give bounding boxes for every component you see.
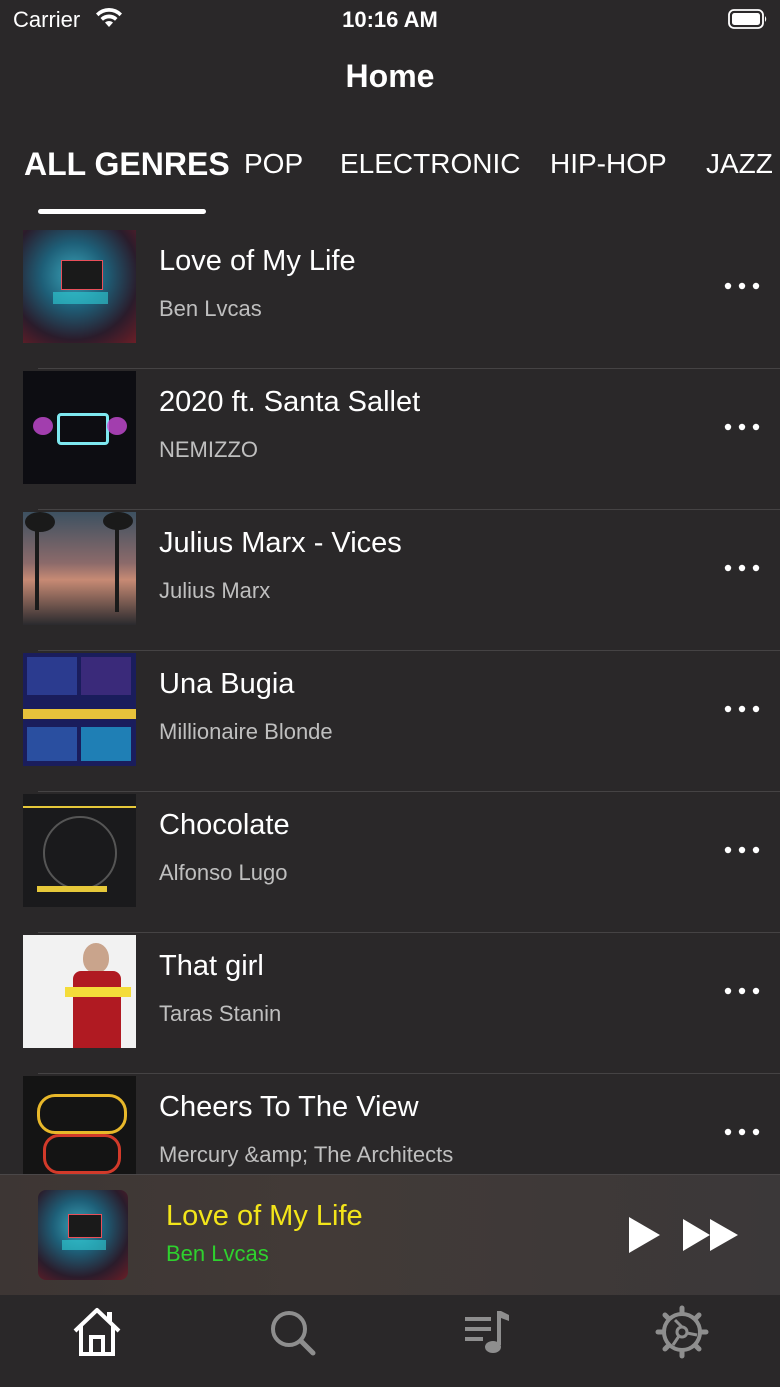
track-artist: Alfonso Lugo (159, 860, 288, 885)
track-list: Love of My Life Ben Lvcas 2020 ft. Santa… (0, 228, 780, 1174)
track-title: 2020 ft. Santa Sallet (159, 386, 421, 418)
more-options-icon[interactable] (722, 1122, 762, 1142)
track-row[interactable]: Cheers To The View Mercury &amp; The Arc… (0, 1074, 780, 1174)
album-art (23, 371, 136, 484)
home-icon[interactable] (70, 1305, 124, 1359)
now-playing-artist: Ben Lvcas (166, 1241, 269, 1266)
more-options-icon[interactable] (722, 276, 762, 296)
track-artist: NEMIZZO (159, 437, 258, 462)
tab-pop[interactable]: POP (244, 148, 303, 180)
more-options-icon[interactable] (722, 699, 762, 719)
more-options-icon[interactable] (722, 558, 762, 578)
track-artist: Mercury &amp; The Architects (159, 1142, 454, 1167)
tab-all-genres[interactable]: ALL GENRES (24, 148, 230, 183)
now-playing-bar[interactable]: Love of My Life Ben Lvcas (0, 1174, 780, 1295)
tab-hip-hop[interactable]: HIP-HOP (550, 148, 667, 180)
track-artist: Ben Lvcas (159, 296, 262, 321)
more-options-icon[interactable] (722, 840, 762, 860)
tab-jazz[interactable]: JAZZ (706, 148, 773, 180)
track-row[interactable]: Una Bugia Millionaire Blonde (0, 651, 780, 792)
settings-icon[interactable] (655, 1305, 709, 1359)
track-artist: Julius Marx (159, 578, 271, 603)
track-artist: Taras Stanin (159, 1001, 282, 1026)
track-artist: Millionaire Blonde (159, 719, 333, 744)
track-row[interactable]: Julius Marx - Vices Julius Marx (0, 510, 780, 651)
tab-bar (0, 1295, 780, 1387)
track-title: Cheers To The View (159, 1091, 419, 1123)
page-title: Home (345, 58, 435, 94)
album-art (23, 653, 136, 766)
album-art (23, 512, 136, 625)
status-bar: Carrier 10:16 AM (0, 0, 780, 40)
tab-electronic[interactable]: ELECTRONIC (340, 148, 520, 180)
track-row[interactable]: That girl Taras Stanin (0, 933, 780, 1074)
album-art (23, 230, 136, 343)
fast-forward-icon[interactable] (682, 1217, 740, 1253)
album-art (23, 794, 136, 907)
genre-tabs: ALL GENRES POP ELECTRONIC HIP-HOP JAZZ (0, 148, 780, 218)
track-row[interactable]: Chocolate Alfonso Lugo (0, 792, 780, 933)
track-title: Love of My Life (159, 245, 356, 277)
now-playing-album-art (38, 1190, 128, 1280)
play-icon[interactable] (626, 1215, 662, 1255)
active-tab-indicator (38, 209, 206, 214)
now-playing-title: Love of My Life (166, 1200, 363, 1232)
track-title: Julius Marx - Vices (159, 527, 402, 559)
track-title: That girl (159, 950, 264, 982)
track-row[interactable]: Love of My Life Ben Lvcas (0, 228, 780, 369)
more-options-icon[interactable] (722, 417, 762, 437)
clock: 10:16 AM (342, 7, 438, 32)
track-title: Chocolate (159, 809, 290, 841)
playlist-icon[interactable] (461, 1305, 515, 1359)
more-options-icon[interactable] (722, 981, 762, 1001)
track-row[interactable]: 2020 ft. Santa Sallet NEMIZZO (0, 369, 780, 510)
track-title: Una Bugia (159, 668, 295, 700)
album-art (23, 1076, 136, 1174)
search-icon[interactable] (265, 1305, 319, 1359)
album-art (23, 935, 136, 1048)
battery-icon (728, 9, 767, 29)
